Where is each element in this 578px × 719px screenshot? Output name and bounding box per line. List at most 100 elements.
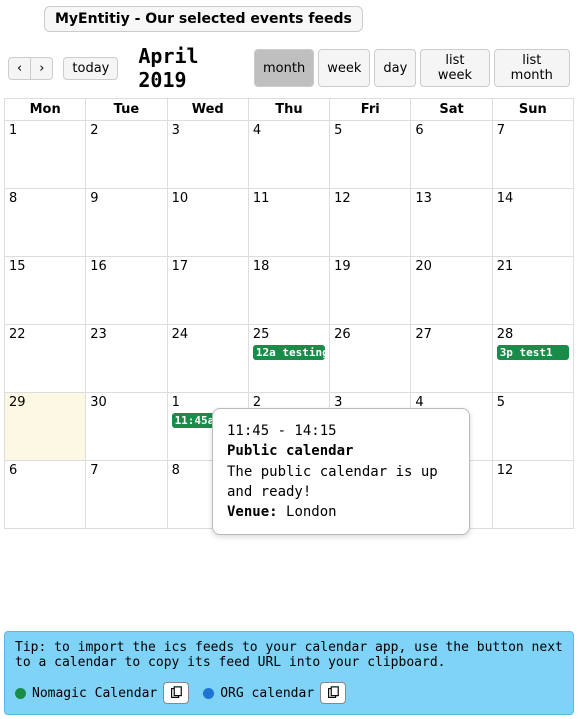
day-header: Fri: [330, 99, 411, 121]
day-number: 15: [9, 259, 81, 274]
day-number: 3: [172, 123, 244, 138]
day-cell[interactable]: 21: [492, 257, 573, 325]
calendar-title: April 2019: [138, 44, 254, 92]
day-cell[interactable]: 3: [167, 121, 248, 189]
legend-item: Nomagic Calendar: [15, 682, 189, 704]
day-number: 30: [90, 395, 162, 410]
day-number: 1: [9, 123, 81, 138]
feed-title-pill[interactable]: MyEntitiy - Our selected events feeds: [44, 6, 363, 32]
day-cell[interactable]: 13: [411, 189, 492, 257]
day-header: Thu: [248, 99, 329, 121]
day-number: 8: [9, 191, 81, 206]
copy-feed-button[interactable]: [320, 682, 346, 704]
popover-venue-label: Venue:: [227, 504, 278, 520]
day-number: 26: [334, 327, 406, 342]
day-cell[interactable]: 9: [86, 189, 167, 257]
day-header: Mon: [5, 99, 86, 121]
day-cell[interactable]: 22: [5, 325, 86, 393]
day-number: 13: [415, 191, 487, 206]
day-cell[interactable]: 1: [5, 121, 86, 189]
day-number: 20: [415, 259, 487, 274]
day-cell[interactable]: 5: [492, 393, 573, 461]
day-number: 12: [334, 191, 406, 206]
calendar-toolbar: ‹ › today April 2019 month week day list…: [8, 44, 570, 92]
day-number: 25: [253, 327, 325, 342]
copy-icon: [169, 686, 183, 700]
day-cell[interactable]: 16: [86, 257, 167, 325]
day-number: 16: [90, 259, 162, 274]
view-month-button[interactable]: month: [254, 49, 314, 87]
day-cell[interactable]: 18: [248, 257, 329, 325]
legend-label: Nomagic Calendar: [32, 686, 157, 701]
day-number: 14: [497, 191, 569, 206]
event-popover: 11:45 - 14:15 Public calendar The public…: [212, 408, 470, 535]
day-number: 19: [334, 259, 406, 274]
view-week-button[interactable]: week: [318, 49, 370, 87]
popover-title: Public calendar: [227, 441, 455, 461]
day-number: 11: [253, 191, 325, 206]
day-number: 28: [497, 327, 569, 342]
prev-button[interactable]: ‹: [8, 57, 31, 80]
day-number: 4: [253, 123, 325, 138]
view-list-month-button[interactable]: list month: [494, 49, 570, 87]
popover-description: The public calendar is up and ready!: [227, 462, 455, 503]
view-switcher: month week day list week list month: [254, 49, 570, 87]
day-number: 9: [90, 191, 162, 206]
day-number: 22: [9, 327, 81, 342]
day-cell[interactable]: 28 3p test1: [492, 325, 573, 393]
day-cell[interactable]: 19: [330, 257, 411, 325]
day-cell[interactable]: 17: [167, 257, 248, 325]
day-cell[interactable]: 8: [5, 189, 86, 257]
day-cell[interactable]: 25 12a testing: [248, 325, 329, 393]
day-cell[interactable]: 26: [330, 325, 411, 393]
day-cell[interactable]: 7: [86, 461, 167, 529]
day-number: 27: [415, 327, 487, 342]
day-cell[interactable]: 29: [5, 393, 86, 461]
day-cell[interactable]: 5: [330, 121, 411, 189]
footer-panel: Tip: to import the ics feeds to your cal…: [4, 631, 574, 715]
popover-venue: Venue: London: [227, 502, 455, 522]
day-cell[interactable]: 2: [86, 121, 167, 189]
day-cell[interactable]: 4: [248, 121, 329, 189]
day-cell[interactable]: 20: [411, 257, 492, 325]
day-header: Wed: [167, 99, 248, 121]
day-number: 2: [90, 123, 162, 138]
day-number: 17: [172, 259, 244, 274]
legend-dot-icon: [203, 688, 214, 699]
day-cell[interactable]: 11: [248, 189, 329, 257]
day-cell[interactable]: 27: [411, 325, 492, 393]
day-number: 7: [90, 463, 162, 478]
day-cell[interactable]: 30: [86, 393, 167, 461]
day-cell[interactable]: 6: [411, 121, 492, 189]
day-cell[interactable]: 23: [86, 325, 167, 393]
day-cell[interactable]: 6: [5, 461, 86, 529]
day-cell[interactable]: 10: [167, 189, 248, 257]
view-day-button[interactable]: day: [374, 49, 416, 87]
legend-item: ORG calendar: [203, 682, 346, 704]
calendar-event[interactable]: 12a testing: [253, 345, 325, 360]
nav-buttons: ‹ ›: [8, 57, 53, 80]
next-button[interactable]: ›: [31, 57, 53, 80]
day-header: Sat: [411, 99, 492, 121]
calendar-event[interactable]: 3p test1: [497, 345, 569, 360]
day-cell[interactable]: 12: [330, 189, 411, 257]
day-number: 23: [90, 327, 162, 342]
legend-label: ORG calendar: [220, 686, 314, 701]
day-cell[interactable]: 24: [167, 325, 248, 393]
view-list-week-button[interactable]: list week: [420, 49, 489, 87]
day-number: 5: [497, 395, 569, 410]
day-cell[interactable]: 7: [492, 121, 573, 189]
day-cell[interactable]: 14: [492, 189, 573, 257]
day-number: 6: [415, 123, 487, 138]
copy-icon: [326, 686, 340, 700]
legend-dot-icon: [15, 688, 26, 699]
day-cell[interactable]: 15: [5, 257, 86, 325]
popover-time: 11:45 - 14:15: [227, 421, 455, 441]
today-button[interactable]: today: [63, 57, 118, 80]
day-number: 5: [334, 123, 406, 138]
copy-feed-button[interactable]: [163, 682, 189, 704]
day-cell[interactable]: 12: [492, 461, 573, 529]
day-number: 7: [497, 123, 569, 138]
popover-venue-value: London: [286, 504, 337, 520]
day-number: 10: [172, 191, 244, 206]
